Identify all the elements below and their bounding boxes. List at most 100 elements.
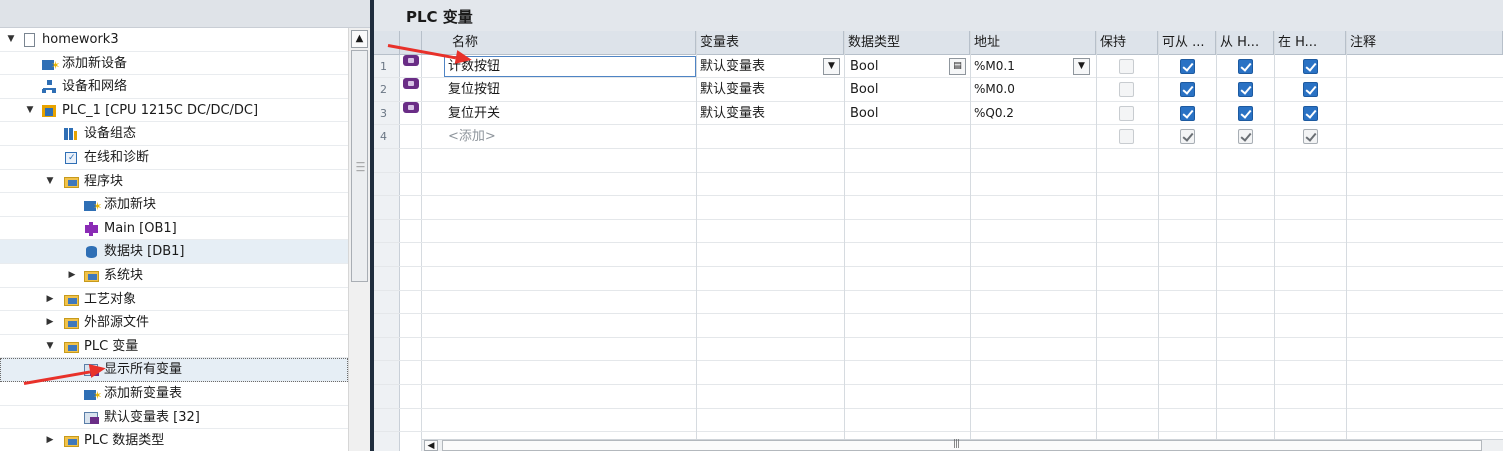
column-header[interactable]: 注释 <box>1346 31 1503 55</box>
address-cell[interactable]: %M0.1 <box>974 55 1074 79</box>
expand-down-icon[interactable]: ▼ <box>44 170 56 194</box>
tree-item[interactable]: ▶ 外部源文件 <box>0 311 348 335</box>
data-type-cell[interactable]: Bool <box>850 102 950 126</box>
address-cell[interactable]: %M0.0 <box>974 78 1074 102</box>
tree-item[interactable]: ▶ 工艺对象 <box>0 288 348 312</box>
row-number-cell <box>374 267 400 291</box>
grid-line <box>374 360 1503 362</box>
tree-item[interactable]: ▼ PLC 变量 <box>0 335 348 359</box>
expand-down-icon[interactable]: ▼ <box>44 335 56 359</box>
checkbox-checked[interactable] <box>1180 82 1195 98</box>
folder-icon <box>64 175 79 189</box>
horizontal-scrollbar[interactable]: ◀ ||| <box>422 439 1503 451</box>
row-number-cell <box>374 314 400 338</box>
tree-item[interactable]: ▶ 系统块 <box>0 264 348 288</box>
row-number-cell <box>374 337 400 362</box>
tree-item[interactable]: 设备和网络 <box>0 75 348 99</box>
checkbox-unchecked[interactable] <box>1119 129 1134 145</box>
checkbox-checked[interactable] <box>1303 58 1318 74</box>
column-header[interactable]: 地址 <box>970 31 1096 55</box>
grid-line <box>374 336 1503 338</box>
data-block-icon <box>84 245 99 259</box>
checkbox-checked[interactable] <box>1303 105 1318 121</box>
tag-table: 名称 变量表 数据类型 地址 保持 可从 ... 从 H... 在 H... 注释 1 2 3 4 计数按… <box>374 31 1503 451</box>
tree-item[interactable]: Main [OB1] <box>0 217 348 241</box>
checkbox-unchecked[interactable] <box>1119 105 1134 121</box>
checkbox-checked[interactable] <box>1238 129 1253 145</box>
address-cell[interactable] <box>974 125 1074 149</box>
column-header[interactable]: 变量表 <box>696 31 844 55</box>
grid-line <box>1274 31 1275 439</box>
expand-down-icon[interactable]: ▼ <box>24 99 36 123</box>
tree-item[interactable]: 数据块 [DB1] <box>0 240 348 264</box>
tag-table-cell[interactable]: 默认变量表 <box>700 102 840 126</box>
tag-table-icon <box>84 411 99 425</box>
tree-item[interactable]: ▼ homework3 <box>0 28 348 52</box>
checkbox-checked[interactable] <box>1180 105 1195 121</box>
data-type-cell[interactable]: Bool <box>850 55 950 79</box>
row-number-cell <box>374 149 400 173</box>
tree-item[interactable]: ▼ 程序块 <box>0 170 348 194</box>
expand-down-icon[interactable]: ▼ <box>5 28 17 52</box>
tree-item-label: 默认变量表 [32] <box>104 409 200 425</box>
checkbox-unchecked[interactable] <box>1119 82 1134 98</box>
tag-name-cell[interactable]: 计数按钮 <box>448 55 694 79</box>
checkbox-checked[interactable] <box>1180 129 1195 145</box>
tree-item[interactable]: 默认变量表 [32] <box>0 406 348 430</box>
data-type-cell[interactable]: Bool <box>850 78 950 102</box>
tree-item[interactable]: ▼ PLC_1 [CPU 1215C DC/DC/DC] <box>0 99 348 123</box>
collapse-right-icon[interactable]: ▶ <box>66 264 78 288</box>
column-header[interactable]: 数据类型 <box>844 31 970 55</box>
column-header[interactable]: 可从 ... <box>1158 31 1216 55</box>
tree-item[interactable]: ✶ 添加新设备 <box>0 52 348 76</box>
row-icon-cell <box>400 219 422 244</box>
data-type-cell[interactable] <box>850 125 950 149</box>
tag-icon <box>403 78 419 90</box>
tag-table-cell[interactable] <box>700 125 840 149</box>
column-header[interactable]: 在 H... <box>1274 31 1346 55</box>
add-block-icon: ✶ <box>84 198 102 213</box>
grid-line <box>1096 31 1097 439</box>
scroll-left-arrow-icon[interactable]: ◀ <box>424 440 438 451</box>
tree-item[interactable]: ✓ 在线和诊断 <box>0 146 348 170</box>
dropdown-arrow-icon[interactable]: ▼ <box>1073 57 1090 75</box>
collapse-right-icon[interactable]: ▶ <box>44 311 56 335</box>
column-header[interactable]: 保持 <box>1096 31 1158 55</box>
dropdown-arrow-icon[interactable]: ▼ <box>823 57 840 75</box>
collapse-right-icon[interactable]: ▶ <box>44 288 56 312</box>
tree-item-label: 添加新块 <box>104 197 157 213</box>
tag-table-cell[interactable]: 默认变量表 <box>700 55 840 79</box>
tree-item-label: 外部源文件 <box>84 315 150 331</box>
scrollbar-thumb[interactable]: — — — <box>351 50 368 282</box>
checkbox-checked[interactable] <box>1303 82 1318 98</box>
tag-name-cell[interactable]: 复位开关 <box>448 102 694 126</box>
scroll-up-arrow-icon[interactable]: ▲ <box>351 30 368 48</box>
folder-icon <box>64 434 79 448</box>
checkbox-checked[interactable] <box>1238 82 1253 98</box>
row-icon-cell <box>400 337 422 362</box>
tag-name-cell[interactable]: <添加> <box>448 125 694 149</box>
row-number-cell: 2 <box>374 78 400 102</box>
tree-item[interactable]: 设备组态 <box>0 122 348 146</box>
project-tree-scrollbar[interactable]: ▲ — — — <box>348 28 370 451</box>
row-icon-cell <box>400 172 422 197</box>
checkbox-checked[interactable] <box>1238 105 1253 121</box>
tree-item[interactable]: ✶ 添加新块 <box>0 193 348 217</box>
scrollbar-thumb[interactable]: ||| <box>442 439 1482 451</box>
tree-item[interactable]: ▶ PLC 数据类型 <box>0 429 348 451</box>
type-picker-icon[interactable]: ▤ <box>949 57 966 75</box>
checkbox-checked[interactable] <box>1303 129 1318 145</box>
collapse-right-icon[interactable]: ▶ <box>44 429 56 451</box>
grid-line <box>374 195 1503 197</box>
tag-name-cell[interactable]: 复位按钮 <box>448 78 694 102</box>
project-tree-toolbar <box>0 0 370 28</box>
tag-table-cell[interactable]: 默认变量表 <box>700 78 840 102</box>
ob-block-icon <box>84 221 99 236</box>
checkbox-unchecked[interactable] <box>1119 58 1134 74</box>
checkbox-checked[interactable] <box>1180 58 1195 74</box>
address-cell[interactable]: %Q0.2 <box>974 102 1074 126</box>
grid-line <box>374 171 1503 173</box>
checkbox-checked[interactable] <box>1238 58 1253 74</box>
column-header[interactable]: 从 H... <box>1216 31 1274 55</box>
tree-item[interactable]: ✶ 添加新变量表 <box>0 382 348 406</box>
